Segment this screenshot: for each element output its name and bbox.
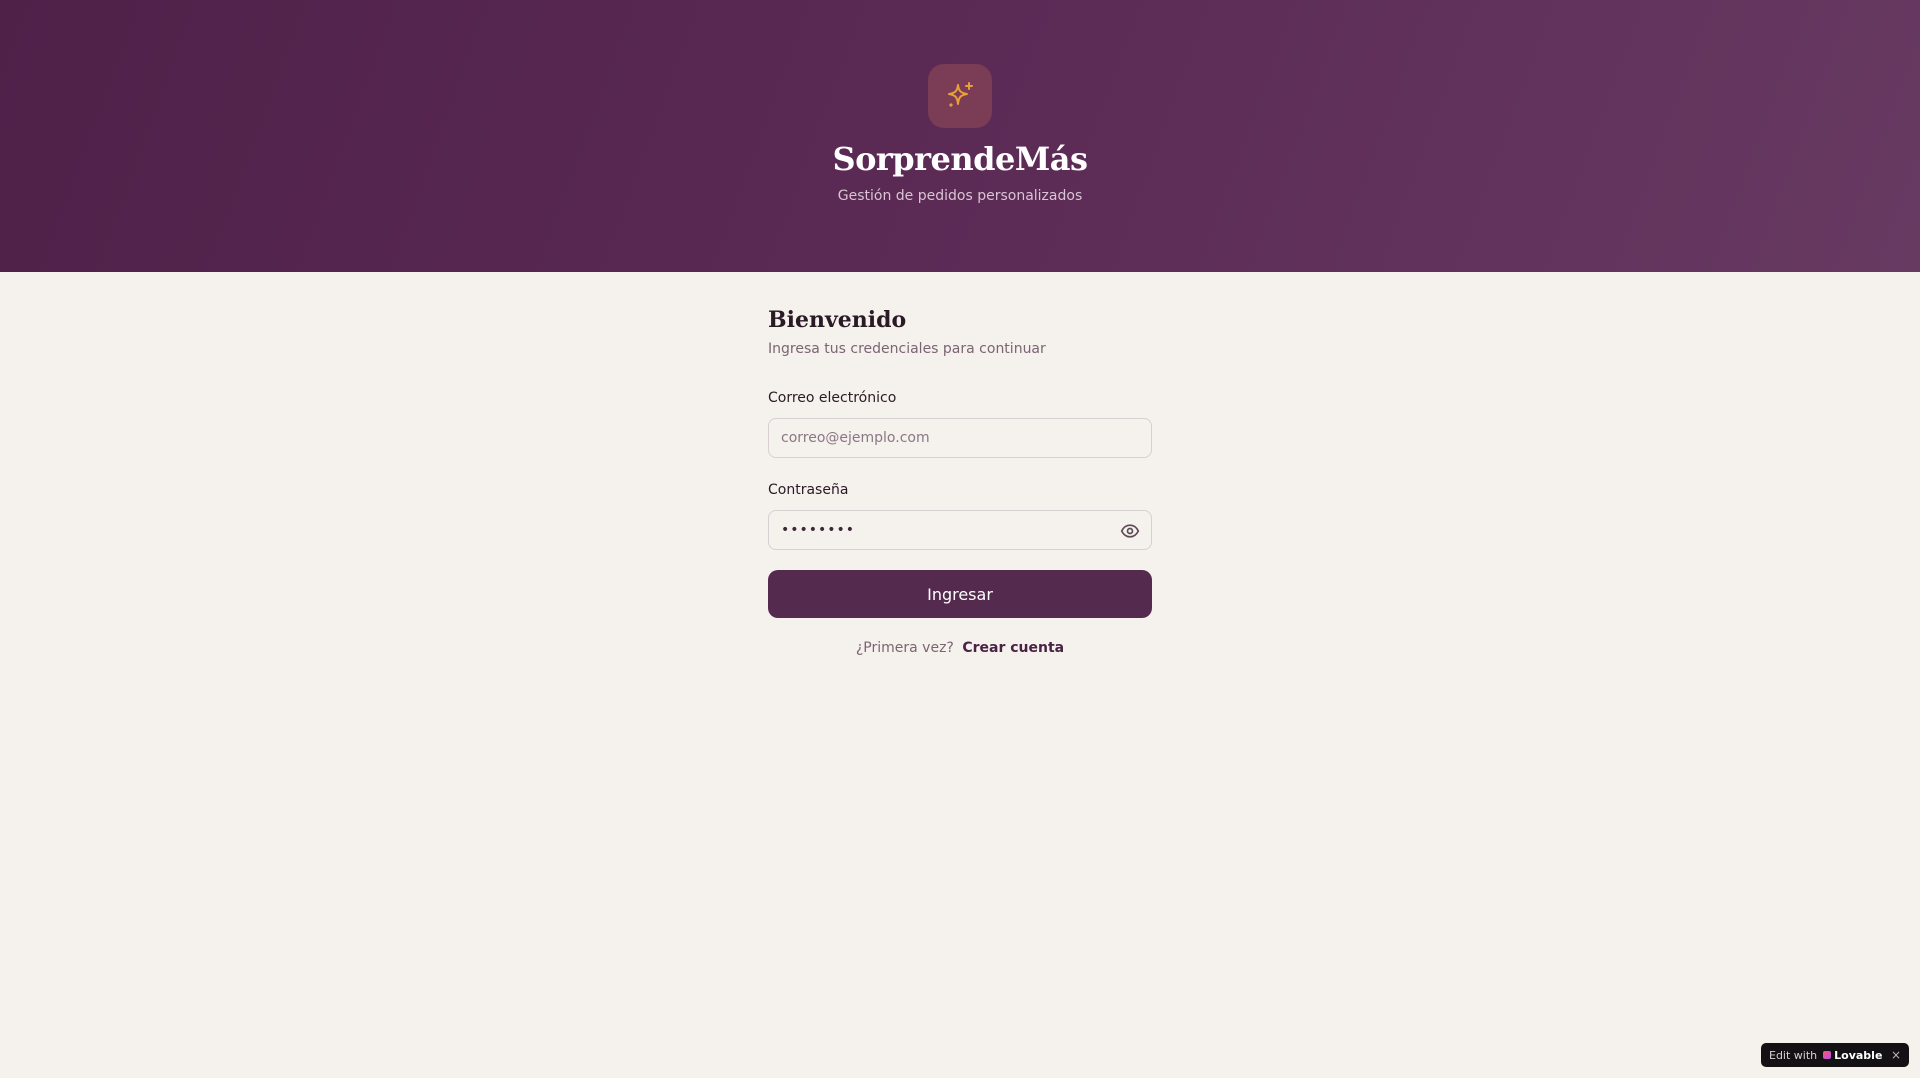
- create-account-link[interactable]: Crear cuenta: [962, 640, 1064, 656]
- close-icon[interactable]: ×: [1891, 1048, 1901, 1062]
- page-subtitle: Ingresa tus credenciales para continuar: [768, 341, 1046, 357]
- password-field[interactable]: ••••••••: [768, 510, 1152, 550]
- email-label: Correo electrónico: [768, 390, 897, 406]
- hero-banner: SorprendeMás Gestión de pedidos personal…: [0, 0, 1920, 272]
- password-value: ••••••••: [781, 522, 856, 538]
- brand-title: SorprendeMás: [832, 140, 1088, 178]
- signup-row: ¿Primera vez? Crear cuenta: [768, 640, 1152, 656]
- lovable-logo-icon: [1823, 1051, 1832, 1059]
- submit-button[interactable]: Ingresar: [768, 570, 1152, 618]
- password-label: Contraseña: [768, 482, 849, 498]
- brand-tagline: Gestión de pedidos personalizados: [837, 188, 1083, 204]
- eye-icon: [1120, 524, 1140, 538]
- badge-prefix: Edit with: [1769, 1048, 1818, 1062]
- email-field-wrapper: [768, 418, 1152, 458]
- lovable-badge[interactable]: Edit with Lovable ×: [1761, 1043, 1909, 1067]
- sparkles-icon: [948, 82, 973, 107]
- show-password-button[interactable]: [1119, 520, 1141, 542]
- brand-logo: [928, 64, 992, 128]
- page-title: Bienvenido: [768, 307, 907, 333]
- signup-prompt: ¿Primera vez?: [855, 640, 954, 656]
- badge-name: Lovable: [1834, 1048, 1883, 1062]
- email-field[interactable]: [781, 430, 1139, 446]
- login-form: Bienvenido Ingresa tus credenciales para…: [768, 300, 1152, 656]
